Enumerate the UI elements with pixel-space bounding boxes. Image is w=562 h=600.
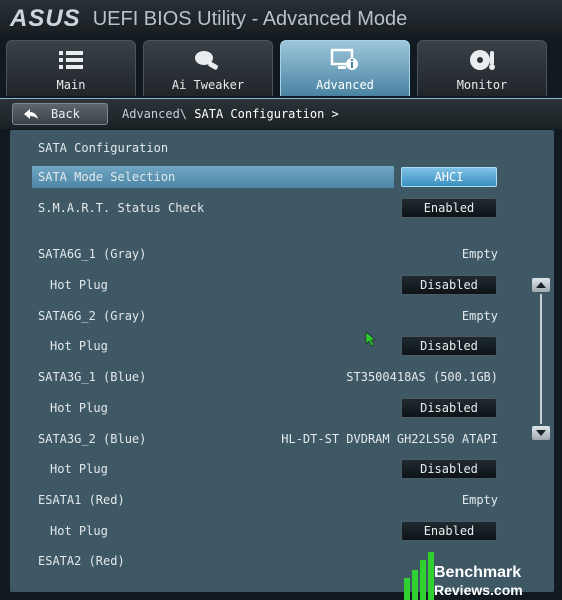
hot-plug-row-sata6g-2: Hot Plug Disabled <box>10 335 554 359</box>
port-label: SATA3G_2 (Blue) <box>38 432 147 446</box>
breadcrumb-current: SATA Configuration > <box>194 107 339 121</box>
tab-advanced-label: Advanced <box>316 78 374 92</box>
hot-plug-dropdown[interactable]: Enabled <box>401 521 497 541</box>
app-title: UEFI BIOS Utility - Advanced Mode <box>92 7 408 30</box>
bar-graph-icon <box>404 552 434 600</box>
tab-main[interactable]: Main <box>6 40 136 96</box>
port-device: Empty <box>461 309 498 323</box>
watermark-line-1: Benchmark <box>434 564 522 581</box>
smart-status-dropdown[interactable]: Enabled <box>401 198 497 218</box>
list-icon <box>55 46 87 74</box>
breadcrumb-parent[interactable]: Advanced\ <box>122 107 187 121</box>
setting-label: SATA Mode Selection <box>38 170 176 184</box>
port-device: HL-DT-ST DVDRAM GH22LS50 ATAPI <box>281 432 498 446</box>
hot-plug-dropdown[interactable]: Disabled <box>401 336 497 356</box>
hot-plug-label: Hot Plug <box>50 401 108 415</box>
port-label: SATA6G_1 (Gray) <box>38 247 147 261</box>
port-label: ESATA1 (Red) <box>38 493 125 507</box>
asus-logo: ASUS <box>10 5 81 32</box>
port-label: ESATA2 (Red) <box>38 554 125 568</box>
tab-main-label: Main <box>56 78 86 92</box>
title-bar: ASUS UEFI BIOS Utility - Advanced Mode <box>0 0 562 38</box>
setting-label: S.M.A.R.T. Status Check <box>38 201 205 215</box>
port-label: SATA3G_1 (Blue) <box>38 370 147 384</box>
benchmark-reviews-watermark: Benchmark Reviews.com <box>398 552 562 600</box>
port-device: Empty <box>461 493 498 507</box>
setting-row-smart: S.M.A.R.T. Status Check Enabled <box>10 197 554 221</box>
watermark-line-2: Reviews.com <box>434 582 523 598</box>
hot-plug-label: Hot Plug <box>50 524 108 538</box>
tweaker-icon <box>192 46 224 74</box>
port-label: SATA6G_2 (Gray) <box>38 309 147 323</box>
port-row-esata1: ESATA1 (Red) Empty <box>10 489 554 513</box>
hot-plug-row-sata3g-1: Hot Plug Disabled <box>10 397 554 421</box>
hot-plug-dropdown[interactable]: Disabled <box>401 398 497 418</box>
breadcrumb: Advanced\ SATA Configuration > <box>122 107 339 121</box>
tab-advanced[interactable]: Advanced <box>280 40 410 96</box>
tab-ai-tweaker[interactable]: Ai Tweaker <box>143 40 273 96</box>
monitor-info-icon <box>329 46 361 74</box>
main-tabs: Main Ai Tweaker Advanced Monitor <box>0 40 562 98</box>
hot-plug-label: Hot Plug <box>50 278 108 292</box>
scrollbar-track[interactable] <box>540 294 542 424</box>
tab-monitor-label: Monitor <box>456 78 508 92</box>
hot-plug-dropdown[interactable]: Disabled <box>401 459 497 479</box>
tab-ai-tweaker-label: Ai Tweaker <box>171 78 245 92</box>
hot-plug-row-sata6g-1: Hot Plug Disabled <box>10 274 554 298</box>
settings-panel: SATA Configuration SATA Mode Selection A… <box>10 130 554 592</box>
back-arrow-icon <box>24 109 38 119</box>
port-row-sata6g-1: SATA6G_1 (Gray) Empty <box>10 243 554 267</box>
tab-monitor[interactable]: Monitor <box>417 40 547 96</box>
hot-plug-dropdown[interactable]: Disabled <box>401 275 497 295</box>
back-button[interactable]: Back <box>12 103 108 125</box>
thermometer-fan-icon <box>466 46 498 74</box>
sata-mode-dropdown[interactable]: AHCI <box>401 167 497 187</box>
scroll-up-button[interactable] <box>532 278 550 292</box>
back-button-label: Back <box>51 107 80 121</box>
setting-row-sata-mode[interactable]: SATA Mode Selection AHCI <box>10 166 554 190</box>
section-title-row: SATA Configuration <box>10 137 554 161</box>
hot-plug-row-sata3g-2: Hot Plug Disabled <box>10 458 554 482</box>
port-device: ST3500418AS (500.1GB) <box>346 370 498 384</box>
section-title: SATA Configuration <box>38 141 169 155</box>
hot-plug-row-esata1: Hot Plug Enabled <box>10 520 554 544</box>
hot-plug-label: Hot Plug <box>50 462 108 476</box>
hot-plug-label: Hot Plug <box>50 339 108 353</box>
port-row-sata3g-1: SATA3G_1 (Blue) ST3500418AS (500.1GB) <box>10 366 554 390</box>
breadcrumb-bar: Back Advanced\ SATA Configuration > <box>0 98 562 129</box>
chevron-down-icon <box>536 430 546 436</box>
scroll-down-button[interactable] <box>532 426 550 440</box>
port-row-sata3g-2: SATA3G_2 (Blue) HL-DT-ST DVDRAM GH22LS50… <box>10 428 554 452</box>
port-device: Empty <box>461 247 498 261</box>
chevron-up-icon <box>536 282 546 288</box>
mouse-cursor-icon <box>365 331 377 351</box>
port-row-sata6g-2: SATA6G_2 (Gray) Empty <box>10 305 554 329</box>
